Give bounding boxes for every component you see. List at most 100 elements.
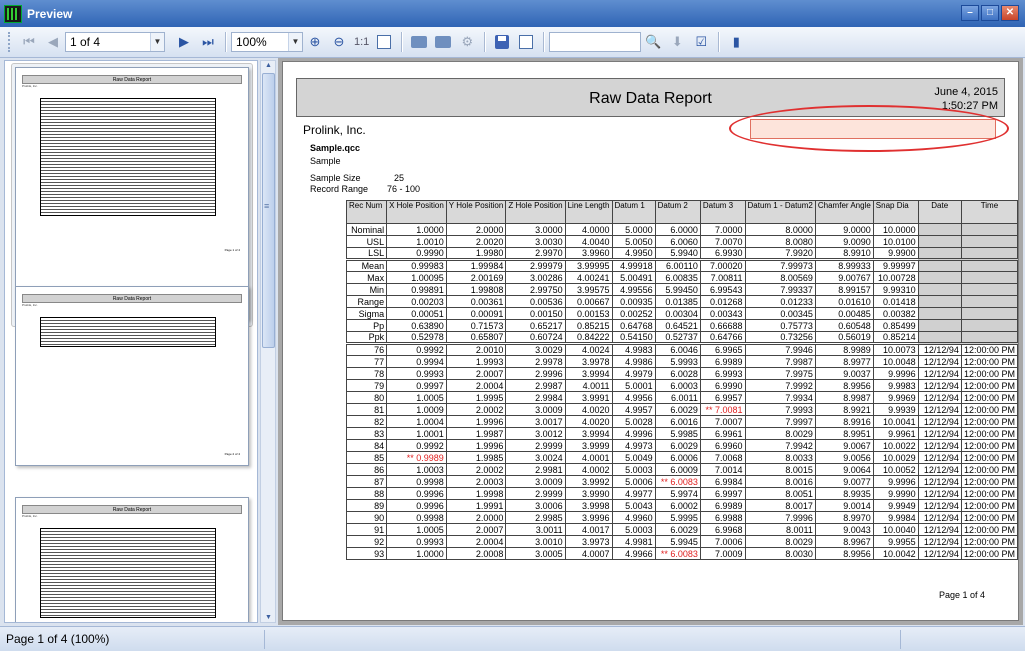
table-cell: 8.9967 <box>814 535 874 548</box>
table-cell: 3.00286 <box>505 271 566 284</box>
table-cell: 10.00728 <box>872 271 919 284</box>
find-next-icon[interactable]: ⬇ <box>666 31 688 53</box>
table-cell: 6.9989 <box>699 499 746 512</box>
table-cell: 0.00091 <box>445 307 507 320</box>
zoom-out-icon[interactable]: ⊖ <box>328 31 350 53</box>
table-cell: 0.64521 <box>654 319 701 332</box>
table-cell: 1.9993 <box>445 355 507 368</box>
print-setup-icon[interactable] <box>432 31 454 53</box>
minimize-button[interactable]: – <box>961 5 979 21</box>
thumbnail-company: Prolink, Inc. <box>22 84 38 88</box>
table-cell: 9.9996 <box>872 367 919 380</box>
table-cell: 12/12/94 <box>917 391 962 404</box>
table-cell: 12:00:00 PM <box>960 463 1019 476</box>
chevron-down-icon[interactable]: ▼ <box>150 33 164 51</box>
table-cell: 0.85215 <box>564 319 613 332</box>
last-page-icon[interactable]: ⏭ <box>197 31 219 53</box>
fit-page-icon[interactable] <box>373 31 395 53</box>
scroll-up-icon[interactable]: ▲ <box>265 62 272 69</box>
scrollbar-track[interactable]: ▲ ≡ ▼ <box>260 60 276 623</box>
toolbar-separator <box>225 32 226 52</box>
table-cell <box>960 247 1019 260</box>
table-cell: 0.00361 <box>445 295 507 308</box>
next-page-icon[interactable]: ▶ <box>173 31 195 53</box>
page-thumbnail-2[interactable]: Raw Data Report Prolink, Inc. Page 2 of … <box>15 286 249 466</box>
table-cell: 0.9996 <box>386 487 447 500</box>
find-icon[interactable]: 🔍 <box>642 31 664 53</box>
print-icon[interactable] <box>408 31 430 53</box>
table-cell: 0.52978 <box>386 331 447 344</box>
table-cell: 7.0000 <box>699 223 746 236</box>
toolbar-separator <box>484 32 486 52</box>
scroll-down-icon[interactable]: ▼ <box>265 614 272 621</box>
chevron-down-icon[interactable]: ▼ <box>288 33 302 51</box>
table-cell: 2.9999 <box>505 439 566 452</box>
table-cell: 4.9983 <box>611 342 656 356</box>
table-cell: 0.71573 <box>445 319 507 332</box>
data-row: 83 1.0001 1.9987 3.0012 3.9994 4.9996 5.9985 6.… <box>345 427 1019 440</box>
table-cell: 12/12/94 <box>917 355 962 368</box>
page-thumbnail-1[interactable]: Raw Data Report Prolink, Inc. Page 1 of … <box>15 67 249 320</box>
table-cell: 7.99337 <box>744 283 816 296</box>
book-icon[interactable]: ▮ <box>725 31 747 53</box>
previous-page-icon[interactable]: ◀ <box>42 31 64 53</box>
table-cell: 1.9996 <box>445 415 507 428</box>
close-button[interactable]: ✕ <box>1001 5 1019 21</box>
search-input[interactable] <box>549 32 642 52</box>
table-cell <box>917 235 962 248</box>
table-cell: 4.0007 <box>564 547 613 560</box>
table-cell: Nominal <box>345 223 388 236</box>
column-header: Z Hole Position <box>505 200 566 224</box>
table-cell: 0.00150 <box>505 307 566 320</box>
column-header: Rec Num <box>345 200 388 224</box>
options-icon[interactable]: ☑ <box>690 31 712 53</box>
table-cell: 5.99450 <box>654 283 701 296</box>
data-row: 87 0.9998 2.0003 3.0009 3.9992 5.0006 ** 6.008… <box>345 475 1019 488</box>
report-subtitle: Sample <box>310 156 341 166</box>
table-cell: ** 0.9989 <box>386 451 447 464</box>
table-cell: 12/12/94 <box>917 487 962 500</box>
first-page-icon[interactable]: ⏮ <box>18 31 40 53</box>
table-cell: 4.0020 <box>564 403 613 416</box>
table-cell: 3.0017 <box>505 415 566 428</box>
toolbar-grip[interactable] <box>8 32 11 52</box>
table-cell: 6.0009 <box>654 463 701 476</box>
zoom-in-icon[interactable]: ⊕ <box>304 31 326 53</box>
page-selector[interactable]: 1 of 4 ▼ <box>65 32 165 52</box>
actual-size-button[interactable]: 1:1 <box>354 36 369 48</box>
zoom-selector[interactable]: 100% ▼ <box>231 32 303 52</box>
table-cell: 0.00935 <box>611 295 656 308</box>
table-cell: ** 6.0083 <box>654 547 701 560</box>
table-cell: 12:00:00 PM <box>960 487 1019 500</box>
table-cell: 2.0008 <box>445 547 507 560</box>
table-cell: 1.0009 <box>386 403 447 416</box>
table-cell <box>960 295 1019 308</box>
save-icon[interactable] <box>491 31 513 53</box>
data-row: 78 0.9993 2.0007 2.9996 3.9994 4.9979 6.0028 6.… <box>345 367 1019 380</box>
table-cell: 4.9981 <box>611 535 656 548</box>
table-cell: 5.9945 <box>654 535 701 548</box>
table-cell: 10.0048 <box>872 355 919 368</box>
table-cell: 12/12/94 <box>917 415 962 428</box>
table-cell: 5.9995 <box>654 511 701 524</box>
table-cell: 7.0007 <box>699 415 746 428</box>
table-cell <box>917 247 962 260</box>
table-cell: 8.99933 <box>814 258 874 272</box>
thumbnail-table <box>40 528 216 618</box>
table-cell: 0.01233 <box>744 295 816 308</box>
page-setup-icon[interactable]: ⚙ <box>456 31 478 53</box>
table-cell: 3.0012 <box>505 427 566 440</box>
thumbnail-scrollbar[interactable]: ▲ ≡ ▼ <box>260 60 276 623</box>
toolbar-separator <box>543 32 545 52</box>
table-cell: 8.9951 <box>814 427 874 440</box>
maximize-button[interactable]: □ <box>981 5 999 21</box>
data-row: 89 0.9996 1.9991 3.0006 3.9998 5.0043 6.0002 6.… <box>345 499 1019 512</box>
table-cell: 0.75773 <box>744 319 816 332</box>
export-icon[interactable] <box>515 31 537 53</box>
table-cell: 3.0024 <box>505 451 566 464</box>
page-thumbnail-3[interactable]: Raw Data Report Prolink, Inc. <box>15 497 249 622</box>
table-cell: 6.9968 <box>699 523 746 536</box>
table-cell: 5.0050 <box>611 235 656 248</box>
preview-area[interactable]: Raw Data Report June 4, 2015 1:50:27 PM … <box>278 58 1023 625</box>
title-bar: Preview – □ ✕ <box>0 0 1025 27</box>
